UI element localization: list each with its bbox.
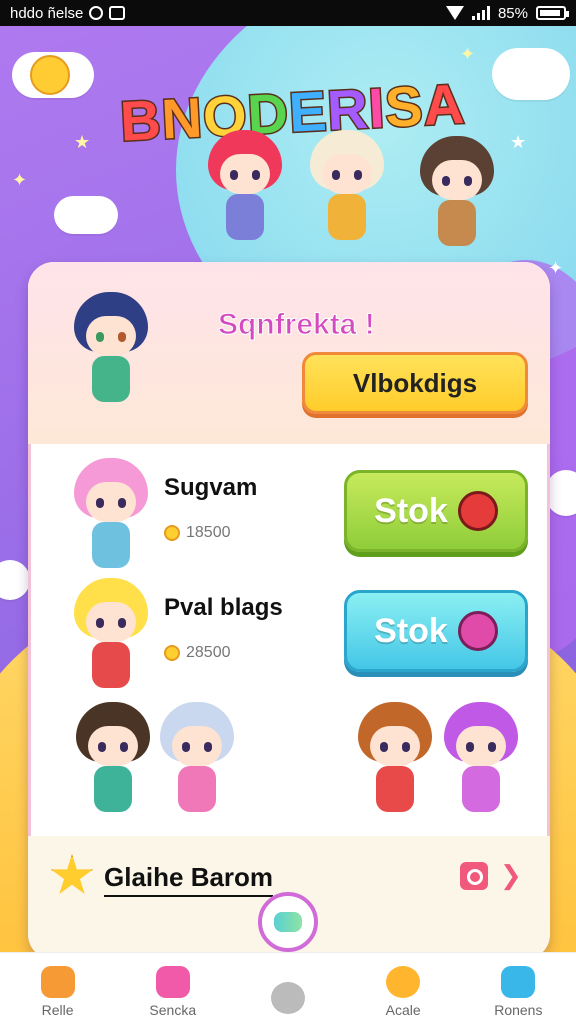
- center-action-button[interactable]: [258, 892, 318, 952]
- arrow-right-icon[interactable]: ❯: [500, 862, 528, 890]
- section-title: Glaihe Barom: [104, 862, 274, 897]
- item-price: 18500: [164, 524, 231, 542]
- character-group: [28, 702, 550, 832]
- clock-icon: [89, 6, 104, 20]
- star-icon: ✦: [548, 258, 564, 279]
- character-purple-hair: [436, 702, 526, 822]
- tab-home[interactable]: Relle: [8, 966, 108, 1018]
- cloud-icon: [501, 966, 536, 998]
- header-action-button[interactable]: Vlbokdigs: [302, 352, 528, 414]
- card-header: Sqnfrekta ! Vlbokdigs: [28, 262, 550, 444]
- tab-profile[interactable]: Ronens: [468, 966, 568, 1018]
- candy-icon: [274, 912, 302, 932]
- stok-button[interactable]: Stok: [344, 590, 528, 672]
- wifi-icon: [445, 6, 464, 20]
- logo-letter: B: [117, 86, 165, 154]
- tab-activity[interactable]: Acale: [353, 966, 453, 1018]
- greeting-text: Sqnfrekta !: [218, 308, 376, 342]
- character-cream-hair: [302, 130, 392, 250]
- status-text: hddo ñelse: [10, 4, 84, 22]
- cloud-decoration: [546, 470, 576, 516]
- tab-label: Relle: [41, 1002, 74, 1018]
- battery-icon: [536, 6, 569, 20]
- character-avatar-blue-hair: [66, 292, 156, 412]
- hero-characters: [200, 130, 520, 260]
- character-silver-hair: [152, 702, 242, 822]
- list-item[interactable]: Pval blags 28500 Stok: [28, 578, 550, 698]
- stok-button[interactable]: Stok: [344, 470, 528, 552]
- coin-icon: [164, 524, 180, 541]
- character-yellow-hair: [66, 578, 156, 698]
- image-icon: [109, 6, 126, 20]
- sun-emoji-icon: [30, 55, 70, 95]
- item-price: 28500: [164, 644, 231, 662]
- main-card: Sqnfrekta ! Vlbokdigs Sugvam 18500 Stok …: [28, 262, 550, 960]
- character-dark-hair: [68, 702, 158, 822]
- coin-icon: [164, 644, 180, 661]
- cloud-decoration: [54, 196, 118, 234]
- tab-search[interactable]: Sencka: [123, 966, 223, 1018]
- flower-icon: [155, 966, 190, 998]
- home-icon: [40, 966, 75, 998]
- cloud-decoration: [492, 48, 570, 100]
- logo-letter: N: [158, 84, 206, 152]
- logo-letter: A: [420, 70, 468, 138]
- signal-icon: [471, 6, 490, 20]
- character-red-hair: [200, 130, 290, 250]
- monster-icon: [457, 491, 498, 531]
- character-orange-hair: [350, 702, 440, 822]
- tab-label: Sencka: [149, 1002, 197, 1018]
- tab-label: Ronens: [494, 1002, 543, 1018]
- status-bar: hddo ñelse 85%: [0, 0, 576, 26]
- list-item[interactable]: Sugvam 18500 Stok: [28, 458, 550, 578]
- tab-label: Acale: [385, 1002, 421, 1018]
- monster-icon: [457, 611, 498, 651]
- character-pink-hair: [66, 458, 156, 578]
- star-icon: ✦: [12, 170, 28, 191]
- tab-menu[interactable]: [238, 982, 338, 1018]
- item-name: Sugvam: [164, 474, 258, 501]
- star-icon: ★: [74, 132, 91, 153]
- character-brown-hair: [412, 136, 502, 256]
- bottom-tab-bar: Relle Sencka Acale Ronens: [0, 952, 576, 1024]
- record-icon[interactable]: [460, 862, 488, 890]
- item-name: Pval blags: [164, 594, 283, 621]
- menu-icon: [270, 982, 305, 1014]
- smiley-icon: [386, 966, 421, 998]
- star-icon: ✦: [460, 44, 476, 65]
- battery-percent: 85%: [497, 4, 528, 22]
